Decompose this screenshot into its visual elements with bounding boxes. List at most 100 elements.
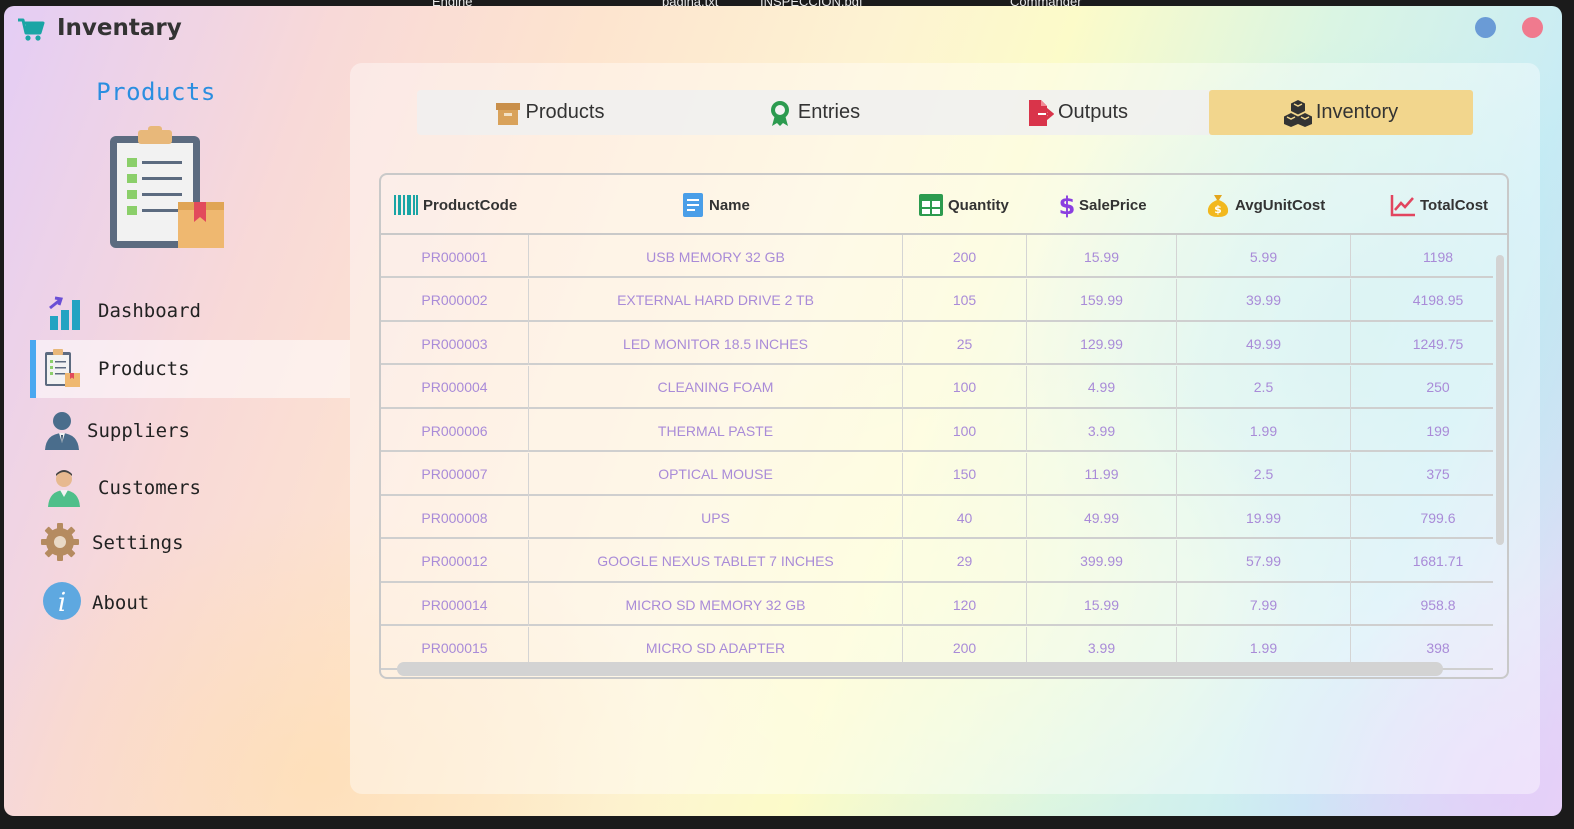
table-cell[interactable]: 3.99	[1027, 409, 1177, 452]
table-cell[interactable]: 375	[1351, 453, 1507, 496]
table-cell[interactable]: 2.5	[1177, 365, 1351, 409]
sidebar-item-dashboard[interactable]: Dashboard	[30, 282, 350, 340]
column-header-name[interactable]: Name	[681, 175, 821, 235]
table-cell[interactable]: 25	[903, 322, 1027, 365]
column-header-avgunitcost[interactable]: $ AvgUnitCost	[1205, 175, 1345, 235]
app-window: Inventary Products Dashboard Products Su…	[4, 6, 1562, 816]
close-button[interactable]	[1522, 17, 1543, 38]
table-cell[interactable]: 49.99	[1027, 496, 1177, 539]
exit-file-icon	[1028, 99, 1054, 126]
sidebar-item-about[interactable]: i About	[30, 574, 350, 632]
table-cell[interactable]: 105	[903, 278, 1027, 322]
table-cell[interactable]: 39.99	[1177, 278, 1351, 322]
tab-outputs[interactable]: Outputs	[945, 90, 1209, 135]
column-header-label: AvgUnitCost	[1235, 196, 1326, 214]
sidebar-item-label: Settings	[92, 532, 184, 554]
table-cell[interactable]: 29	[903, 539, 1027, 583]
table-cell[interactable]: 958.8	[1351, 583, 1507, 626]
svg-text:$: $	[1214, 203, 1222, 216]
table-cell[interactable]: 129.99	[1027, 322, 1177, 365]
table-cell[interactable]: 2.5	[1177, 452, 1351, 496]
tab-label: Inventory	[1315, 101, 1399, 123]
title-bar[interactable]: Inventary	[4, 6, 1562, 52]
table-cell[interactable]: 1198	[1351, 235, 1507, 278]
table-cell[interactable]: 799.6	[1351, 496, 1507, 539]
table-cell[interactable]: LED MONITOR 18.5 INCHES	[529, 322, 903, 365]
table-cell[interactable]: 120	[903, 583, 1027, 626]
table-cell[interactable]: CLEANING FOAM	[529, 365, 903, 409]
table-cell[interactable]: 399.99	[1027, 539, 1177, 583]
column-header-quantity[interactable]: Quantity	[918, 175, 1028, 235]
clipboard-hero-icon	[110, 126, 224, 248]
table-row[interactable]: PR000001 USB MEMORY 32 GB 200 15.99 5.99 1198	[381, 235, 1493, 278]
column-header-saleprice[interactable]: $ SalePrice	[1059, 175, 1169, 235]
tab-entries[interactable]: Entries	[681, 90, 945, 135]
table-icon	[919, 194, 943, 216]
table-cell[interactable]: 200	[903, 235, 1027, 278]
table-cell[interactable]: THERMAL PASTE	[529, 409, 903, 452]
table-cell[interactable]: 19.99	[1177, 496, 1351, 539]
sidebar-item-suppliers[interactable]: Suppliers	[30, 400, 350, 458]
table-cell[interactable]: 1681.71	[1351, 540, 1507, 583]
main-panel: Products Entries Outputs Inventory Produ…	[350, 63, 1540, 794]
inventory-table[interactable]: ProductCode Name Quantity $ SalePrice $ …	[379, 173, 1509, 679]
table-cell[interactable]: PR000002	[381, 278, 529, 322]
table-header: ProductCode Name Quantity $ SalePrice $ …	[381, 175, 1507, 235]
vertical-scrollbar[interactable]	[1496, 255, 1504, 545]
table-cell[interactable]: EXTERNAL HARD DRIVE 2 TB	[529, 278, 903, 322]
table-cell[interactable]: 100	[903, 365, 1027, 409]
table-cell[interactable]: 250	[1351, 366, 1507, 409]
person-suit-icon	[45, 412, 79, 450]
table-row[interactable]: PR000012 GOOGLE NEXUS TABLET 7 INCHES 29 39…	[381, 539, 1493, 583]
table-cell[interactable]: 57.99	[1177, 539, 1351, 583]
table-row[interactable]: PR000006 THERMAL PASTE 100 3.99 1.99 199	[381, 409, 1493, 452]
sidebar-item-settings[interactable]: Settings	[30, 514, 350, 572]
table-cell[interactable]: PR000006	[381, 409, 529, 452]
table-cell[interactable]: UPS	[529, 496, 903, 539]
table-row[interactable]: PR000007 OPTICAL MOUSE 150 11.99 2.5 375	[381, 452, 1493, 496]
table-cell[interactable]: PR000014	[381, 583, 529, 626]
table-row[interactable]: PR000004 CLEANING FOAM 100 4.99 2.5 250	[381, 365, 1493, 409]
table-cell[interactable]: 159.99	[1027, 278, 1177, 322]
sidebar-item-customers[interactable]: Customers	[30, 458, 350, 516]
sidebar-item-products[interactable]: Products	[30, 340, 350, 398]
table-cell[interactable]: PR000008	[381, 496, 529, 539]
column-header-totalcost[interactable]: TotalCost	[1390, 175, 1507, 235]
table-cell[interactable]: 11.99	[1027, 452, 1177, 496]
table-cell[interactable]: 100	[903, 409, 1027, 452]
table-cell[interactable]: 1.99	[1177, 409, 1351, 452]
table-cell[interactable]: 15.99	[1027, 235, 1177, 278]
table-cell[interactable]: 5.99	[1177, 235, 1351, 278]
table-cell[interactable]: USB MEMORY 32 GB	[529, 235, 903, 278]
minimize-button[interactable]	[1475, 17, 1496, 38]
table-cell[interactable]: 49.99	[1177, 322, 1351, 365]
column-header-label: ProductCode	[423, 196, 518, 214]
table-cell[interactable]: 40	[903, 496, 1027, 539]
table-cell[interactable]: PR000004	[381, 365, 529, 409]
column-header-productcode[interactable]: ProductCode	[393, 175, 529, 235]
table-cell[interactable]: 1249.75	[1351, 322, 1507, 365]
table-cell[interactable]: MICRO SD MEMORY 32 GB	[529, 583, 903, 626]
table-cell[interactable]: PR000012	[381, 539, 529, 583]
table-cell[interactable]: PR000001	[381, 235, 529, 278]
tab-products[interactable]: Products	[417, 90, 681, 135]
app-title: Inventary	[57, 15, 182, 41]
table-row[interactable]: PR000008 UPS 40 49.99 19.99 799.6	[381, 496, 1493, 539]
table-cell[interactable]: PR000007	[381, 452, 529, 496]
table-cell[interactable]: PR000003	[381, 322, 529, 365]
tab-inventory[interactable]: Inventory	[1209, 90, 1473, 135]
table-cell[interactable]: GOOGLE NEXUS TABLET 7 INCHES	[529, 539, 903, 583]
table-row[interactable]: PR000002 EXTERNAL HARD DRIVE 2 TB 105 159.9…	[381, 278, 1493, 322]
gear-icon	[41, 523, 79, 561]
table-cell[interactable]: 15.99	[1027, 583, 1177, 626]
table-row[interactable]: PR000003 LED MONITOR 18.5 INCHES 25 129.99 4…	[381, 322, 1493, 365]
horizontal-scrollbar[interactable]	[397, 662, 1443, 676]
table-cell[interactable]: 150	[903, 452, 1027, 496]
clipboard-icon	[45, 349, 80, 387]
table-cell[interactable]: 4198.95	[1351, 279, 1507, 322]
table-cell[interactable]: 7.99	[1177, 583, 1351, 626]
table-cell[interactable]: 199	[1351, 409, 1507, 452]
table-cell[interactable]: OPTICAL MOUSE	[529, 452, 903, 496]
table-row[interactable]: PR000014 MICRO SD MEMORY 32 GB 120 15.99 7.9…	[381, 583, 1493, 626]
table-cell[interactable]: 4.99	[1027, 365, 1177, 409]
